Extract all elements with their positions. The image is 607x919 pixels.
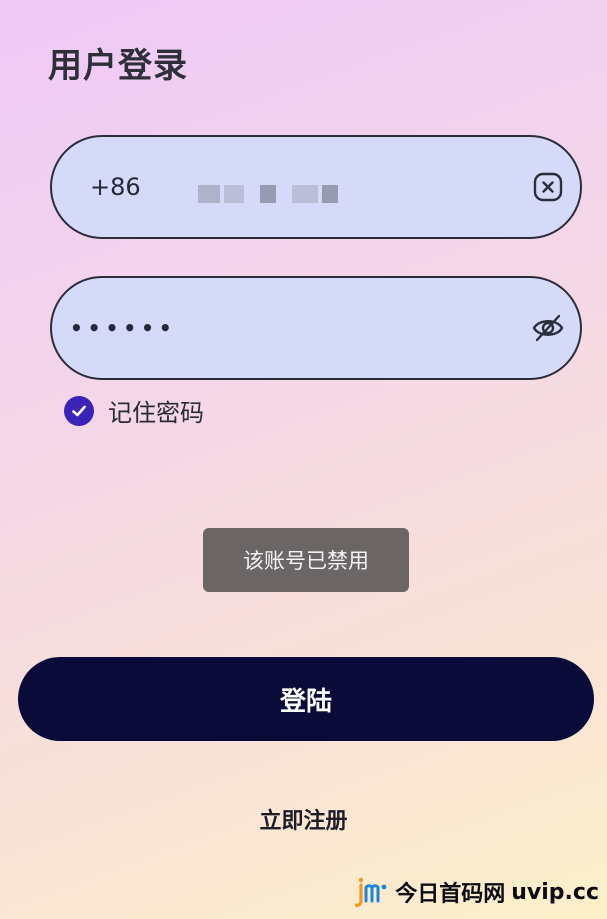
watermark-site-name: 今日首码网 bbox=[395, 882, 506, 907]
watermark-domain: uvip.cc bbox=[511, 879, 599, 905]
clear-icon[interactable] bbox=[530, 169, 566, 205]
remember-password-option[interactable]: 记住密码 bbox=[64, 393, 204, 428]
password-value[interactable]: •••••• bbox=[70, 316, 177, 340]
toast-message: 该账号已禁用 bbox=[203, 528, 409, 592]
remember-label[interactable]: 记住密码 bbox=[108, 393, 204, 428]
register-link[interactable]: 立即注册 bbox=[0, 803, 607, 835]
watermark-logo-icon bbox=[355, 875, 389, 909]
watermark: 今日首码网 uvip.cc bbox=[355, 872, 599, 912]
phone-number-masked[interactable] bbox=[198, 185, 348, 203]
eye-off-icon[interactable] bbox=[530, 310, 566, 346]
login-button[interactable]: 登陆 bbox=[18, 657, 594, 741]
page-title: 用户登录 bbox=[48, 46, 188, 86]
check-icon bbox=[72, 405, 86, 416]
password-field[interactable]: •••••• bbox=[50, 276, 582, 380]
phone-field[interactable]: +86 bbox=[50, 135, 582, 239]
remember-checkbox[interactable] bbox=[64, 395, 94, 426]
country-code-prefix[interactable]: +86 bbox=[90, 173, 141, 201]
